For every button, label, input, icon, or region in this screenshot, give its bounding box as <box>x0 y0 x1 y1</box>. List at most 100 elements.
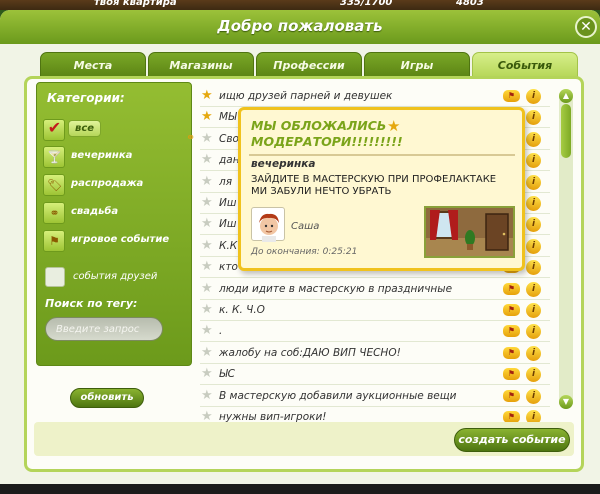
popup-time-left: До окончания: 0:25:21 <box>251 247 358 257</box>
create-event-button[interactable]: создать событие <box>454 428 570 452</box>
report-flag-icon[interactable]: ⚑ <box>503 90 520 102</box>
info-icon[interactable]: i <box>526 196 541 211</box>
friends-events-checkbox[interactable] <box>45 267 65 287</box>
info-icon[interactable]: i <box>526 367 541 383</box>
favorite-star-icon[interactable]: ★ <box>201 345 213 360</box>
event-row[interactable]: ★ к. К. Ч.О ⚑ i <box>200 300 550 321</box>
category-party[interactable]: 🍸 вечеринка <box>43 146 183 168</box>
category-checkbox[interactable]: 🍸 <box>43 146 65 168</box>
event-title: В мастерскую добавили аукционные вещи <box>219 389 457 402</box>
event-title: жалобу на соб:ДАЮ ВИП ЧЕСНО! <box>219 346 401 359</box>
report-flag-icon[interactable]: ⚑ <box>503 325 520 338</box>
event-row[interactable]: ★ В мастерскую добавили аукционные вещи ⚑ i <box>200 386 550 407</box>
report-flag-icon[interactable]: ⚑ <box>503 389 520 402</box>
favorite-star-icon[interactable]: ★ <box>201 366 213 381</box>
category-sale[interactable]: 🏷 распродажа <box>43 174 183 196</box>
tab-professions[interactable]: Профессии <box>256 52 362 78</box>
cocktail-icon: 🍸 <box>47 150 62 164</box>
wedding-rings-icon: ⚭ <box>186 131 196 144</box>
favorite-star-icon[interactable]: ★ <box>201 323 213 338</box>
scroll-up-button[interactable]: ▲ <box>559 89 573 103</box>
popup-title: МЫ ОБЛОЖАЛИСЬ МОДЕРАТОРИ!!!!!!!!! <box>251 118 403 149</box>
event-row[interactable]: ★ люди идите в мастерскую в праздничные ⚑ i <box>200 279 550 300</box>
game-hud-strip: твоя квартира 335/1700 4803 <box>0 0 600 10</box>
favorite-star-icon[interactable]: ★ <box>201 109 213 124</box>
favorite-star-icon[interactable]: ★ <box>201 281 213 296</box>
info-icon[interactable]: i <box>526 324 541 340</box>
favorite-star-icon[interactable]: ★ <box>201 216 213 231</box>
event-row[interactable]: ★. ⚑ i <box>200 321 550 343</box>
avatar-face-icon <box>259 213 279 242</box>
category-all[interactable]: ✔ все <box>43 119 183 141</box>
category-checkbox[interactable]: ✔ <box>43 119 65 141</box>
info-icon[interactable]: i <box>526 303 541 318</box>
info-icon[interactable]: i <box>526 110 541 126</box>
favorite-star-icon[interactable]: ★ <box>201 174 213 189</box>
info-icon[interactable]: i <box>526 153 541 169</box>
category-game-event[interactable]: ⚑ игровое событие <box>43 230 183 252</box>
tag-search-input[interactable] <box>45 317 163 341</box>
friends-events-label: события друзей <box>73 271 158 282</box>
tab-games[interactable]: Игры <box>364 52 470 78</box>
category-checkbox[interactable]: 🏷 <box>43 174 65 196</box>
event-title: ЫС <box>219 368 235 381</box>
event-detail-popup: МЫ ОБЛОЖАЛИСЬ МОДЕРАТОРИ!!!!!!!!! ★ вече… <box>238 107 525 271</box>
event-row[interactable]: ★ ищю друзей парней и девушек ⚑ i <box>200 86 550 107</box>
event-room-image <box>424 206 515 258</box>
report-flag-icon[interactable]: ⚑ <box>503 368 520 381</box>
categories-heading: Категории: <box>47 91 125 105</box>
favorite-star-icon[interactable]: ★ <box>201 259 213 274</box>
close-button[interactable]: ✕ <box>575 16 597 38</box>
category-label: все <box>68 120 102 137</box>
apartment-label: твоя квартира <box>94 0 177 8</box>
scroll-down-button[interactable]: ▼ <box>559 395 573 409</box>
star-icon[interactable]: ★ <box>387 117 400 135</box>
popup-description: ЗАЙДИТЕ В МАСТЕРСКУЮ ПРИ ПРОФЕЛАКТАКЕ МИ… <box>251 174 497 197</box>
category-label: игровое событие <box>71 234 170 245</box>
report-flag-icon[interactable]: ⚑ <box>503 346 520 359</box>
favorite-star-icon[interactable]: ★ <box>201 131 213 146</box>
category-checkbox[interactable]: ⚑ <box>43 230 65 252</box>
info-icon[interactable]: i <box>526 238 541 254</box>
energy-counter: 335/1700 <box>340 0 393 8</box>
refresh-button[interactable]: обновить <box>70 388 144 408</box>
favorite-star-icon[interactable]: ★ <box>201 302 213 317</box>
info-icon[interactable]: i <box>526 388 541 404</box>
tab-places[interactable]: Места <box>40 52 146 78</box>
favorite-star-icon[interactable]: ★ <box>201 238 213 253</box>
favorite-star-icon[interactable]: ★ <box>201 88 213 103</box>
info-icon[interactable]: i <box>526 174 541 190</box>
rings-icon: ⚭ <box>49 206 60 220</box>
category-label: вечеринка <box>71 150 133 161</box>
event-row[interactable]: ★ жалобу на соб:ДАЮ ВИП ЧЕСНО! ⚑ i <box>200 343 550 364</box>
checkmark-icon: ✔ <box>47 118 62 137</box>
favorite-star-icon[interactable]: ★ <box>201 152 213 167</box>
category-wedding[interactable]: ⚭ свадьба <box>43 202 183 224</box>
report-flag-icon[interactable]: ⚑ <box>503 304 520 316</box>
info-icon[interactable]: i <box>526 131 541 147</box>
event-title: люди идите в мастерскую в праздничные <box>219 282 453 295</box>
price-tag-icon: 🏷 <box>47 178 63 192</box>
category-label: распродажа <box>71 178 144 189</box>
author-avatar[interactable] <box>251 207 285 242</box>
favorite-star-icon[interactable]: ★ <box>201 388 213 403</box>
favorite-star-icon[interactable]: ★ <box>201 195 213 210</box>
game-flag-icon: ⚑ <box>49 234 60 248</box>
tab-events[interactable]: События <box>472 52 578 78</box>
tag-search-heading: Поиск по тегу: <box>45 297 138 310</box>
info-icon[interactable]: i <box>526 281 541 297</box>
event-row[interactable]: ★ ЫС ⚑ i <box>200 364 550 386</box>
scrollbar-thumb[interactable] <box>561 104 571 158</box>
window-titlebar: Добро пожаловать ✕ <box>0 10 600 44</box>
info-icon[interactable]: i <box>526 260 541 276</box>
category-checkbox[interactable]: ⚭ <box>43 202 65 224</box>
event-title: ищю друзей парней и девушек <box>219 90 393 102</box>
report-flag-icon[interactable]: ⚑ <box>503 282 520 295</box>
popup-category: вечеринка <box>251 158 316 170</box>
tab-shops[interactable]: Магазины <box>148 52 254 78</box>
info-icon[interactable]: i <box>526 345 541 361</box>
event-title: к. К. Ч.О <box>219 304 265 316</box>
info-icon[interactable]: i <box>526 217 541 233</box>
game-bottom-strip <box>0 484 600 494</box>
info-icon[interactable]: i <box>526 89 541 104</box>
